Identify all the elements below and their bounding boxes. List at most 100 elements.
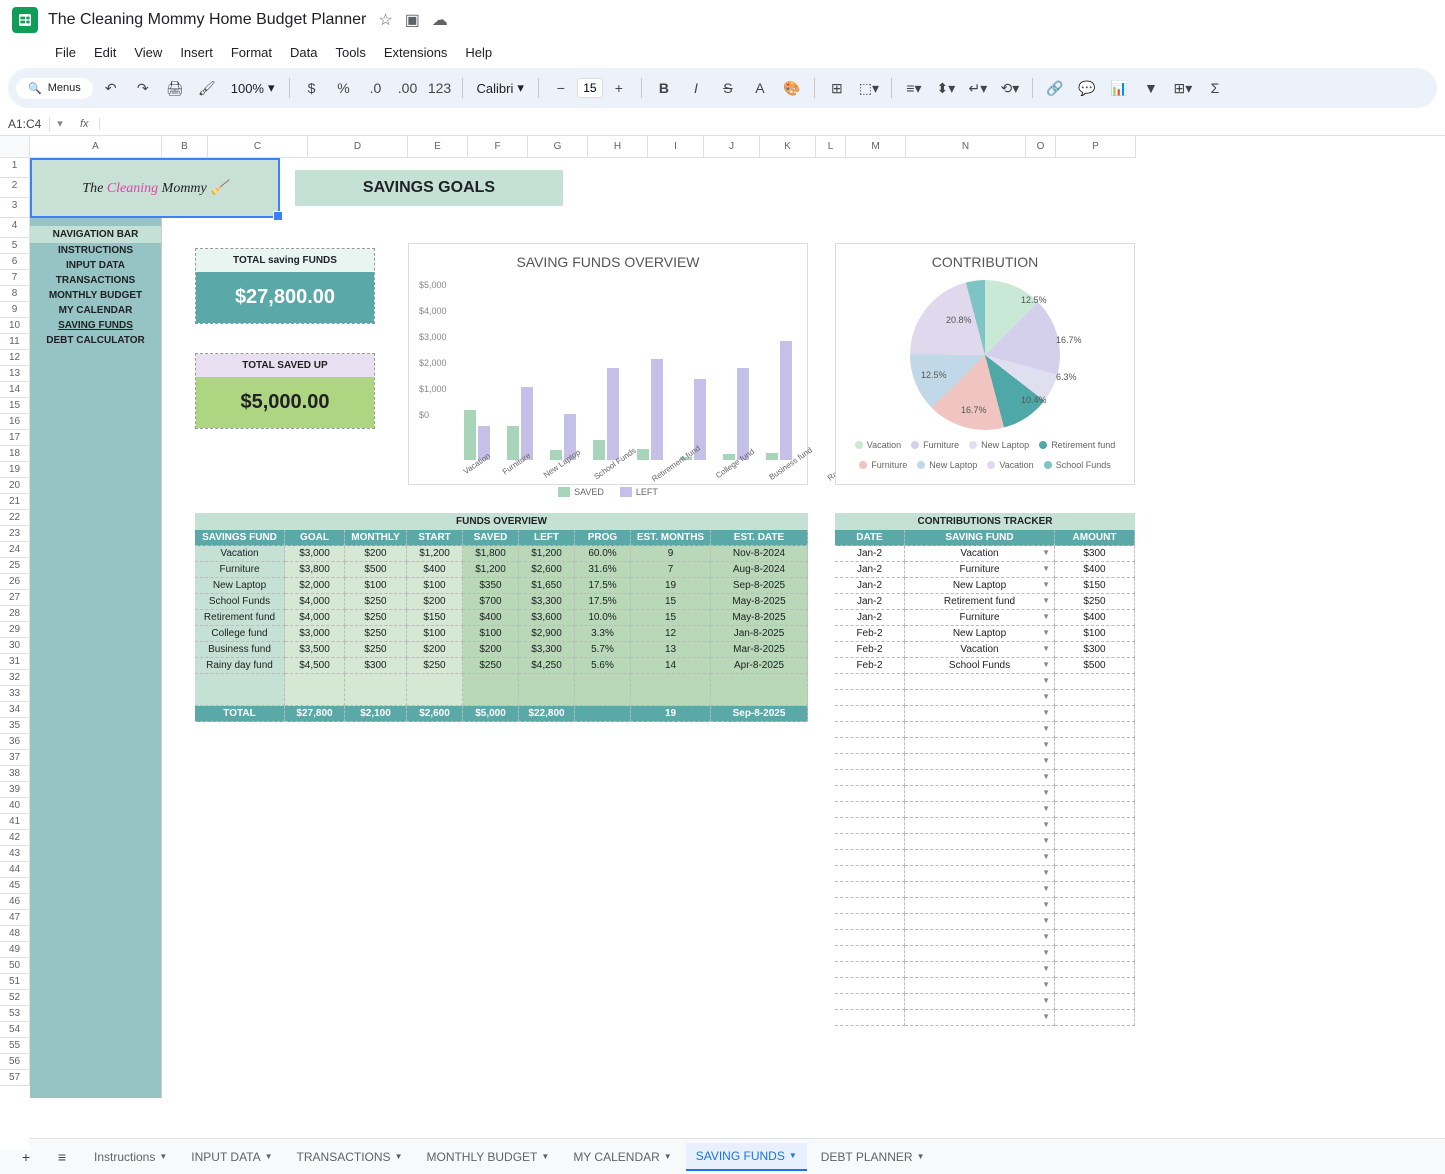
redo-icon[interactable]: ↷ — [129, 74, 157, 102]
dropdown-icon[interactable]: ▼ — [1042, 788, 1050, 797]
nav-item-monthly-budget[interactable]: MONTHLY BUDGET — [30, 288, 161, 303]
row-header[interactable]: 28 — [0, 606, 30, 622]
table-row[interactable]: New Laptop$2,000$100$100$350$1,65017.5%1… — [195, 578, 808, 594]
row-header[interactable]: 21 — [0, 494, 30, 510]
row-header[interactable]: 29 — [0, 622, 30, 638]
sheet-tab-my-calendar[interactable]: MY CALENDAR ▼ — [563, 1143, 681, 1171]
nav-item-debt-calculator[interactable]: DEBT CALCULATOR — [30, 333, 161, 348]
row-header[interactable]: 19 — [0, 462, 30, 478]
menu-help[interactable]: Help — [458, 41, 499, 64]
column-header[interactable]: C — [208, 136, 308, 158]
font-select[interactable]: Calibri ▾ — [471, 80, 530, 96]
decrease-font-icon[interactable]: − — [547, 74, 575, 102]
dropdown-icon[interactable]: ▼ — [1042, 644, 1050, 653]
table-row[interactable]: ▼ — [835, 962, 1135, 978]
row-header[interactable]: 46 — [0, 894, 30, 910]
row-header[interactable]: 30 — [0, 638, 30, 654]
table-row[interactable]: ▼ — [835, 738, 1135, 754]
table-row[interactable]: Jan-2Furniture▼$400 — [835, 610, 1135, 626]
dropdown-icon[interactable]: ▼ — [1042, 964, 1050, 973]
table-row[interactable]: School Funds$4,000$250$200$700$3,30017.5… — [195, 594, 808, 610]
dropdown-icon[interactable]: ▼ — [1042, 884, 1050, 893]
font-size-input[interactable] — [577, 78, 603, 98]
row-header[interactable]: 44 — [0, 862, 30, 878]
dropdown-icon[interactable]: ▼ — [1042, 596, 1050, 605]
column-header[interactable]: N — [906, 136, 1026, 158]
row-header[interactable]: 17 — [0, 430, 30, 446]
chevron-down-icon[interactable]: ▼ — [395, 1152, 403, 1161]
link-icon[interactable]: 🔗 — [1041, 74, 1069, 102]
row-header[interactable]: 43 — [0, 846, 30, 862]
dropdown-icon[interactable]: ▼ — [1042, 548, 1050, 557]
row-header[interactable]: 51 — [0, 974, 30, 990]
dropdown-icon[interactable]: ▼ — [1042, 948, 1050, 957]
table-row[interactable]: College fund$3,000$250$100$100$2,9003.3%… — [195, 626, 808, 642]
h-align-icon[interactable]: ≡▾ — [900, 74, 928, 102]
table-row[interactable]: Feb-2School Funds▼$500 — [835, 658, 1135, 674]
row-header[interactable]: 4 — [0, 218, 30, 238]
dropdown-icon[interactable]: ▼ — [1042, 804, 1050, 813]
increase-font-icon[interactable]: + — [605, 74, 633, 102]
increase-decimal-icon[interactable]: .00 — [394, 74, 422, 102]
pie-chart[interactable]: CONTRIBUTION 12.5% 16.7% 6.3% 10.4% 16.7… — [835, 243, 1135, 485]
row-header[interactable]: 40 — [0, 798, 30, 814]
currency-icon[interactable]: $ — [298, 74, 326, 102]
row-header[interactable]: 38 — [0, 766, 30, 782]
v-align-icon[interactable]: ⬍▾ — [932, 74, 960, 102]
dropdown-icon[interactable]: ▼ — [1042, 820, 1050, 829]
row-header[interactable]: 5 — [0, 238, 30, 254]
table-row[interactable]: ▼ — [835, 802, 1135, 818]
menu-view[interactable]: View — [127, 41, 169, 64]
dropdown-icon[interactable]: ▼ — [1042, 628, 1050, 637]
table-row[interactable]: ▼ — [835, 786, 1135, 802]
filter-view-icon[interactable]: ⊞▾ — [1169, 74, 1197, 102]
table-row[interactable]: ▼ — [835, 882, 1135, 898]
table-row[interactable]: Furniture$3,800$500$400$1,200$2,60031.6%… — [195, 562, 808, 578]
table-row[interactable]: ▼ — [835, 930, 1135, 946]
table-row[interactable]: Feb-2New Laptop▼$100 — [835, 626, 1135, 642]
row-header[interactable]: 35 — [0, 718, 30, 734]
column-header[interactable]: L — [816, 136, 846, 158]
column-header[interactable]: D — [308, 136, 408, 158]
wrap-icon[interactable]: ↵▾ — [964, 74, 992, 102]
table-row[interactable]: Jan-2Vacation▼$300 — [835, 546, 1135, 562]
dropdown-icon[interactable]: ▼ — [1042, 660, 1050, 669]
table-row[interactable]: ▼ — [835, 690, 1135, 706]
menu-insert[interactable]: Insert — [173, 41, 220, 64]
dropdown-icon[interactable]: ▼ — [1042, 1012, 1050, 1021]
table-row[interactable]: ▼ — [835, 770, 1135, 786]
row-header[interactable]: 26 — [0, 574, 30, 590]
row-header[interactable]: 15 — [0, 398, 30, 414]
row-header[interactable]: 16 — [0, 414, 30, 430]
chevron-down-icon[interactable]: ▼ — [917, 1152, 925, 1161]
column-header[interactable]: O — [1026, 136, 1056, 158]
row-header[interactable]: 31 — [0, 654, 30, 670]
row-header[interactable]: 12 — [0, 350, 30, 366]
row-header[interactable]: 47 — [0, 910, 30, 926]
row-header[interactable]: 42 — [0, 830, 30, 846]
document-title[interactable]: The Cleaning Mommy Home Budget Planner — [48, 11, 366, 29]
column-header[interactable]: I — [648, 136, 704, 158]
table-row[interactable]: ▼ — [835, 722, 1135, 738]
sheet-tab-monthly-budget[interactable]: MONTHLY BUDGET ▼ — [416, 1143, 559, 1171]
sheets-logo-icon[interactable] — [12, 7, 38, 33]
comment-icon[interactable]: 💬 — [1073, 74, 1101, 102]
menu-file[interactable]: File — [48, 41, 83, 64]
row-header[interactable]: 22 — [0, 510, 30, 526]
chevron-down-icon[interactable]: ▼ — [664, 1152, 672, 1161]
sheet-tab-saving-funds[interactable]: SAVING FUNDS ▼ — [686, 1143, 807, 1171]
column-header[interactable]: M — [846, 136, 906, 158]
table-row[interactable]: Feb-2Vacation▼$300 — [835, 642, 1135, 658]
row-header[interactable]: 8 — [0, 286, 30, 302]
table-row[interactable]: ▼ — [835, 978, 1135, 994]
row-header[interactable]: 33 — [0, 686, 30, 702]
chevron-down-icon[interactable]: ▼ — [265, 1152, 273, 1161]
row-header[interactable]: 50 — [0, 958, 30, 974]
chevron-down-icon[interactable]: ▼ — [159, 1152, 167, 1161]
table-row[interactable]: Rainy day fund$4,500$300$250$250$4,2505.… — [195, 658, 808, 674]
dropdown-icon[interactable]: ▼ — [1042, 580, 1050, 589]
sheet-tab-input-data[interactable]: INPUT DATA ▼ — [181, 1143, 282, 1171]
nav-item-instructions[interactable]: INSTRUCTIONS — [30, 243, 161, 258]
table-row[interactable]: ▼ — [835, 994, 1135, 1010]
print-icon[interactable]: 🖨 — [161, 74, 189, 102]
